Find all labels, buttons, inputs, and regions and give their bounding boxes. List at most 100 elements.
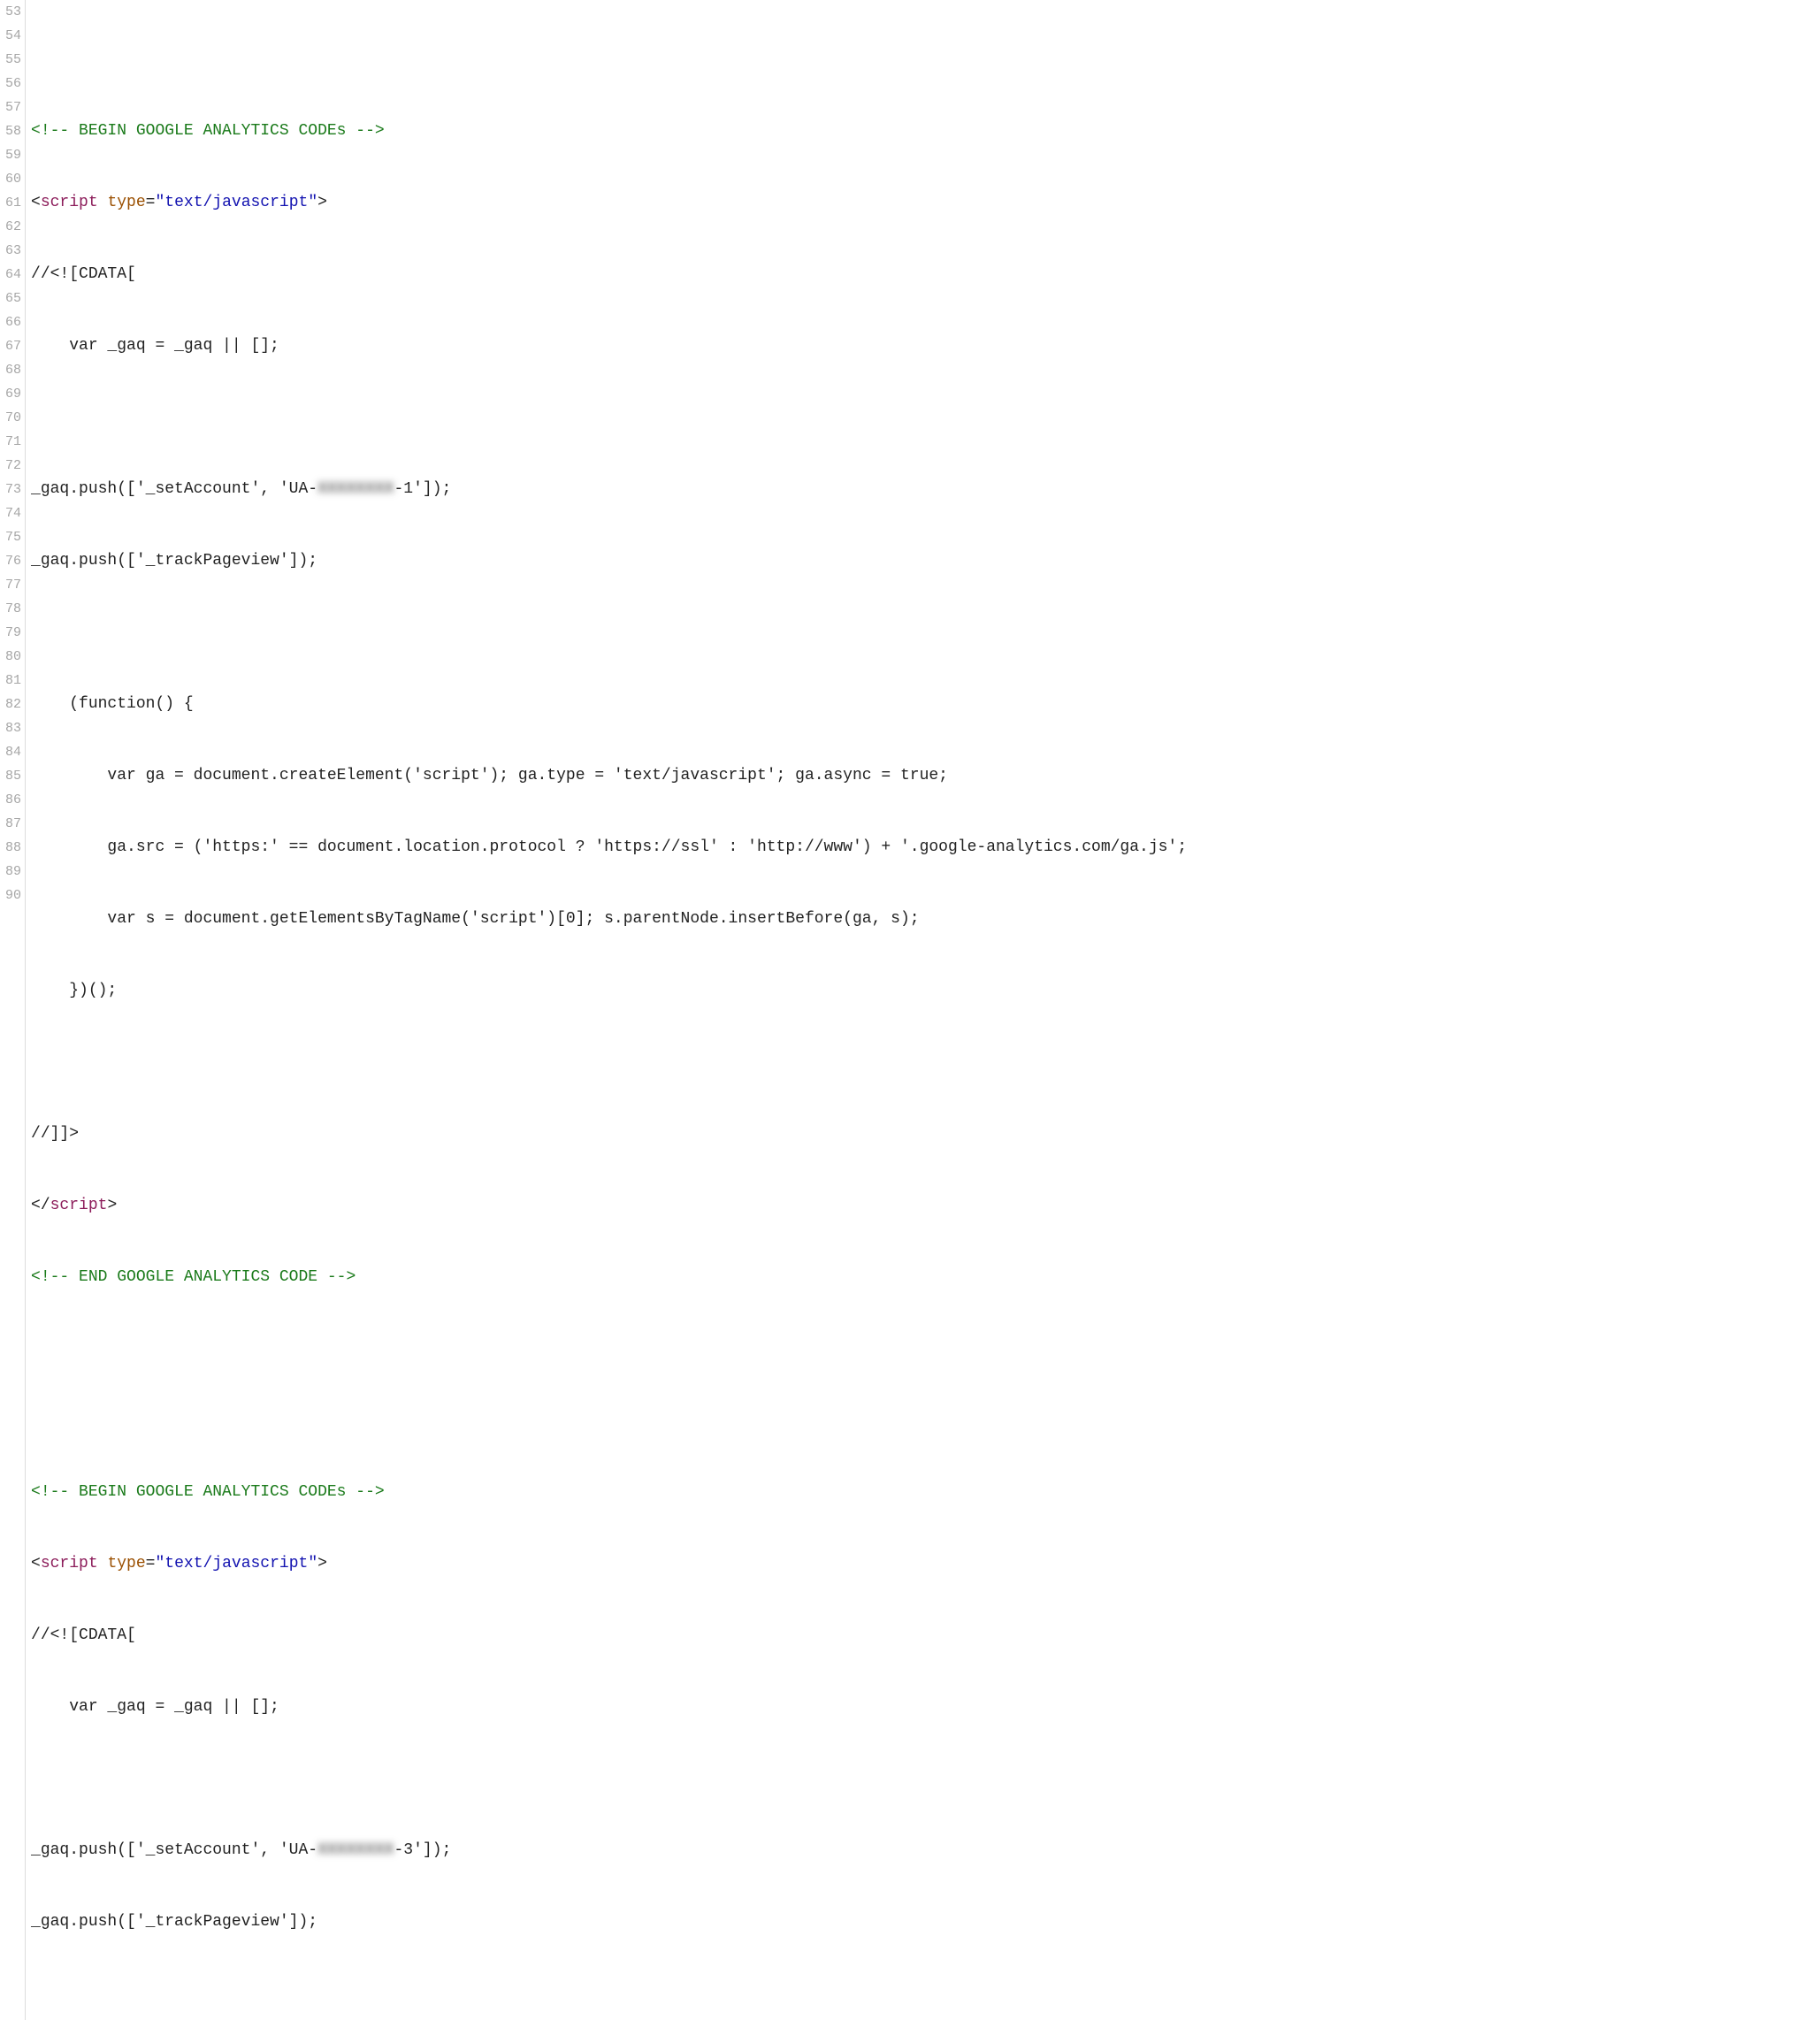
- line-number: 58: [5, 119, 21, 143]
- code-line: //<![CDATA[: [31, 1624, 1820, 1648]
- attr-name: type: [107, 194, 145, 211]
- code-line: //<![CDATA[: [31, 263, 1820, 287]
- line-number: 65: [5, 287, 21, 310]
- line-number: 60: [5, 167, 21, 191]
- script-tag: script: [41, 1555, 98, 1572]
- line-number: 68: [5, 358, 21, 382]
- line-number: 66: [5, 310, 21, 334]
- code-line: [31, 406, 1820, 430]
- line-number: 79: [5, 621, 21, 645]
- code-line: })();: [31, 979, 1820, 1003]
- js-text: ga.src = ('https:' == document.location.…: [31, 838, 1187, 856]
- line-number: 61: [5, 191, 21, 215]
- js-text: var _gaq = _gaq || [];: [31, 1698, 279, 1716]
- line-number: 80: [5, 645, 21, 669]
- line-number: 83: [5, 716, 21, 740]
- code-line: [31, 621, 1820, 645]
- js-text: //]]>: [31, 1125, 79, 1143]
- line-number: 78: [5, 597, 21, 621]
- tag-close-bracket: >: [107, 1197, 117, 1214]
- js-text: _gaq.push(['_trackPageview']);: [31, 1913, 317, 1931]
- js-text: _gaq.push(['_setAccount', 'UA-: [31, 480, 317, 498]
- js-text: _gaq.push(['_trackPageview']);: [31, 552, 317, 570]
- line-number: 90: [5, 884, 21, 907]
- line-number: 87: [5, 812, 21, 836]
- code-line: _gaq.push(['_setAccount', 'UA-XXXXXXXX-1…: [31, 478, 1820, 501]
- equals: =: [146, 1555, 156, 1572]
- line-number: 77: [5, 573, 21, 597]
- line-number: 81: [5, 669, 21, 692]
- js-text: -1']);: [394, 480, 452, 498]
- js-text: var s = document.getElementsByTagName('s…: [31, 910, 920, 928]
- script-tag: script: [41, 194, 98, 211]
- js-text: })();: [31, 982, 117, 999]
- line-number: 59: [5, 143, 21, 167]
- line-number: 85: [5, 764, 21, 788]
- attr-value: "text/javascript": [155, 194, 317, 211]
- html-comment: <!-- END GOOGLE ANALYTICS CODE -->: [31, 1268, 356, 1286]
- line-number: 56: [5, 72, 21, 96]
- code-line: var _gaq = _gaq || [];: [31, 1695, 1820, 1719]
- line-number: 53: [5, 0, 21, 24]
- js-text: var _gaq = _gaq || [];: [31, 337, 279, 355]
- line-number: 69: [5, 382, 21, 406]
- js-text: //<![CDATA[: [31, 265, 136, 283]
- line-number: 55: [5, 48, 21, 72]
- line-number: 70: [5, 406, 21, 430]
- code-line: <!-- END GOOGLE ANALYTICS CODE -->: [31, 1266, 1820, 1289]
- tag-close-bracket: >: [317, 194, 327, 211]
- code-line: [31, 48, 1820, 72]
- code-line: <script type="text/javascript">: [31, 1552, 1820, 1576]
- js-text: _gaq.push(['_setAccount', 'UA-: [31, 1841, 317, 1859]
- code-line: var ga = document.createElement('script'…: [31, 764, 1820, 788]
- code-line: </script>: [31, 1194, 1820, 1218]
- code-line: [31, 1337, 1820, 1361]
- code-editor[interactable]: 5354555657585960616263646566676869707172…: [0, 0, 1820, 2020]
- html-comment: <!-- BEGIN GOOGLE ANALYTICS CODEs -->: [31, 122, 385, 140]
- line-number: 63: [5, 239, 21, 263]
- equals: =: [146, 194, 156, 211]
- line-number: 88: [5, 836, 21, 860]
- line-number: 71: [5, 430, 21, 454]
- code-line: <!-- BEGIN GOOGLE ANALYTICS CODEs -->: [31, 119, 1820, 143]
- redacted-text: XXXXXXXX: [317, 480, 394, 498]
- line-number: 86: [5, 788, 21, 812]
- code-line: _gaq.push(['_setAccount', 'UA-XXXXXXXX-3…: [31, 1839, 1820, 1863]
- line-number: 57: [5, 96, 21, 119]
- code-line: //]]>: [31, 1122, 1820, 1146]
- js-text: //<![CDATA[: [31, 1626, 136, 1644]
- code-area[interactable]: <!-- BEGIN GOOGLE ANALYTICS CODEs --> <s…: [26, 0, 1820, 2020]
- line-number: 82: [5, 692, 21, 716]
- line-number-gutter: 5354555657585960616263646566676869707172…: [0, 0, 26, 2020]
- js-text: var ga = document.createElement('script'…: [31, 767, 948, 784]
- code-line: <script type="text/javascript">: [31, 191, 1820, 215]
- line-number: 73: [5, 478, 21, 501]
- tag-close-bracket: >: [317, 1555, 327, 1572]
- js-text: _gaq.push(['_setAccount', 'UA-XXXXXXXX-1…: [31, 480, 451, 498]
- code-line: _gaq.push(['_trackPageview']);: [31, 1910, 1820, 1934]
- js-text: _gaq.push(['_setAccount', 'UA-XXXXXXXX-3…: [31, 1841, 451, 1859]
- js-text: -3']);: [394, 1841, 452, 1859]
- line-number: 64: [5, 263, 21, 287]
- html-comment: <!-- BEGIN GOOGLE ANALYTICS CODEs -->: [31, 1483, 385, 1501]
- line-number: 74: [5, 501, 21, 525]
- line-number: 76: [5, 549, 21, 573]
- tag-open-bracket: <: [31, 194, 41, 211]
- tag-open-bracket: <: [31, 1555, 41, 1572]
- code-line: var s = document.getElementsByTagName('s…: [31, 907, 1820, 931]
- code-line: [31, 1409, 1820, 1433]
- line-number: 62: [5, 215, 21, 239]
- line-number: 54: [5, 24, 21, 48]
- line-number: 75: [5, 525, 21, 549]
- js-text: (function() {: [31, 695, 194, 713]
- code-line: [31, 1051, 1820, 1075]
- line-number: 67: [5, 334, 21, 358]
- code-line: _gaq.push(['_trackPageview']);: [31, 549, 1820, 573]
- code-line: [31, 1982, 1820, 2006]
- code-line: [31, 1767, 1820, 1791]
- line-number: 89: [5, 860, 21, 884]
- attr-value: "text/javascript": [155, 1555, 317, 1572]
- line-number: 84: [5, 740, 21, 764]
- redacted-text: XXXXXXXX: [317, 1841, 394, 1859]
- script-close-tag: script: [50, 1197, 108, 1214]
